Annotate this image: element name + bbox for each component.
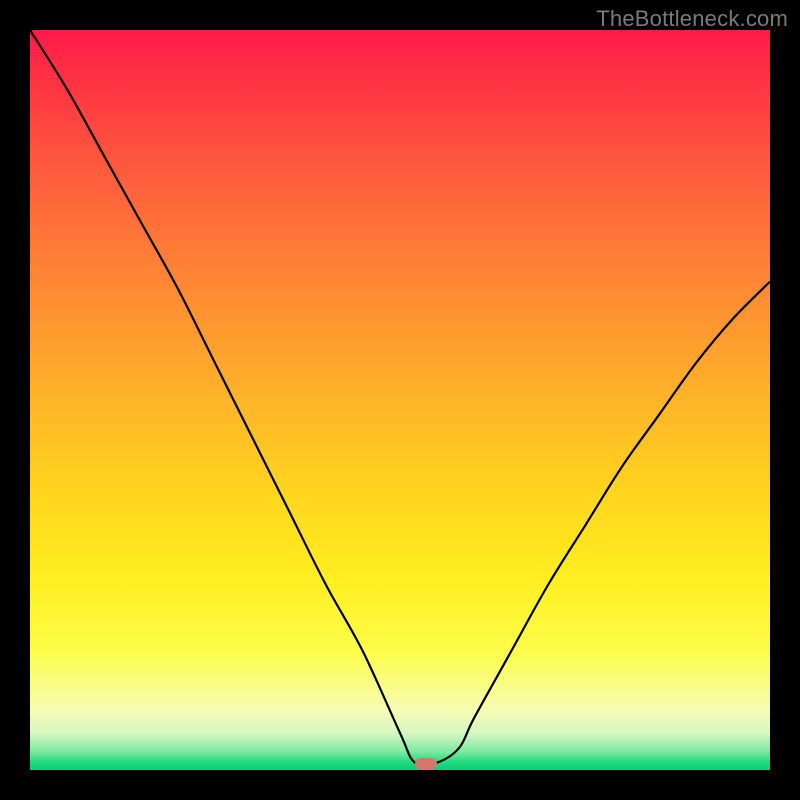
heat-gradient-background [30,30,770,770]
chart-frame: TheBottleneck.com [0,0,800,800]
watermark-text: TheBottleneck.com [596,6,788,32]
optimal-point-marker [415,758,437,770]
plot-area [30,30,770,770]
